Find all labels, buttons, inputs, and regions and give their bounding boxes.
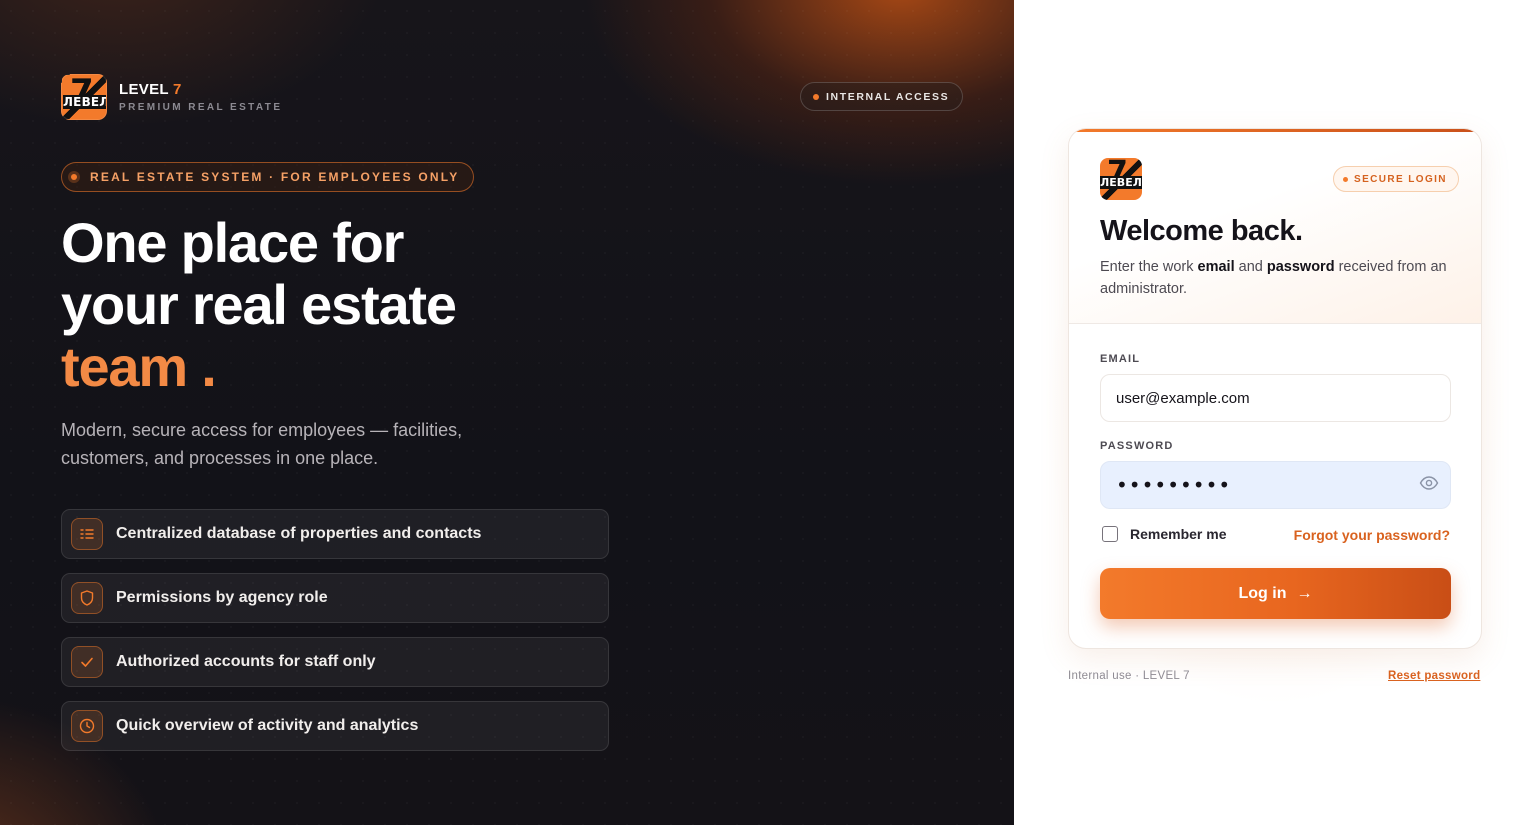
remember-me[interactable]: Remember me (1102, 526, 1227, 542)
remember-label: Remember me (1130, 526, 1227, 542)
login-button-label: Log in (1238, 584, 1287, 602)
secure-login-badge: SECURE LOGIN (1333, 166, 1459, 192)
password-field[interactable] (1100, 461, 1451, 509)
internal-access-badge: INTERNAL ACCESS (800, 82, 964, 111)
shield-icon (71, 582, 103, 614)
secure-login-label: SECURE LOGIN (1354, 173, 1447, 185)
brand-text: LEVEL 7 PREMIUM REAL ESTATE (119, 81, 282, 113)
page-title: One place for your real estate team . (61, 211, 457, 398)
footer-note: Internal use · LEVEL 7 (1068, 670, 1190, 682)
login-card: 7 ЛЕВЕЛ SECURE LOGIN Welcome back. Enter… (1068, 128, 1482, 649)
login-instructions: Enter the work email and password receiv… (1100, 256, 1460, 300)
brand-name: LEVEL 7 (119, 81, 282, 98)
brand-name-number: 7 (173, 81, 182, 98)
brand: 7 ЛЕВЕЛ LEVEL 7 PREMIUM REAL ESTATE (61, 74, 282, 120)
system-badge-label: REAL ESTATE SYSTEM · FOR EMPLOYEES ONLY (90, 170, 460, 184)
hero-panel: 7 ЛЕВЕЛ LEVEL 7 PREMIUM REAL ESTATE INTE… (0, 0, 1014, 825)
status-dot-icon (1343, 176, 1348, 182)
feature-label: Centralized database of properties and c… (116, 525, 482, 542)
title-line-1: One place for (61, 211, 404, 274)
internal-access-label: INTERNAL ACCESS (826, 90, 950, 103)
forgot-password-link[interactable]: Forgot your password? (1294, 527, 1450, 543)
feature-item: Centralized database of properties and c… (61, 509, 609, 559)
feature-item: Authorized accounts for staff only (61, 637, 609, 687)
brand-tagline: PREMIUM REAL ESTATE (119, 102, 283, 113)
list-icon (71, 518, 103, 550)
password-label: PASSWORD (1100, 440, 1174, 452)
instr-and: and (1234, 259, 1267, 275)
status-dot-icon (813, 93, 819, 100)
feature-label: Authorized accounts for staff only (116, 653, 376, 670)
login-button[interactable]: Log in → (1100, 568, 1451, 619)
logo-text: ЛЕВЕЛ (1100, 176, 1142, 189)
feature-list: Centralized database of properties and c… (61, 509, 609, 765)
logo-text: ЛЕВЕЛ (63, 95, 107, 109)
instr-pre: Enter the work (1100, 259, 1198, 275)
system-badge: REAL ESTATE SYSTEM · FOR EMPLOYEES ONLY (61, 162, 475, 192)
clock-icon (71, 710, 103, 742)
instr-password: password (1266, 259, 1335, 275)
arrow-right-icon: → (1296, 584, 1313, 602)
feature-item: Quick overview of activity and analytics (61, 701, 609, 751)
login-title: Welcome back. (1100, 215, 1303, 247)
brand-logo: 7 ЛЕВЕЛ (61, 74, 107, 120)
feature-label: Permissions by agency role (116, 589, 328, 606)
instr-email: email (1197, 259, 1235, 275)
hero-description: Modern, secure access for employees — fa… (61, 420, 463, 468)
email-field[interactable] (1100, 374, 1451, 422)
email-label: EMAIL (1100, 353, 1141, 365)
feature-label: Quick overview of activity and analytics (116, 717, 419, 734)
feature-item: Permissions by agency role (61, 573, 609, 623)
card-accent-bar (1069, 129, 1481, 132)
title-line-3: team . (61, 335, 217, 398)
title-line-2: your real estate (61, 273, 457, 336)
eye-icon[interactable] (1418, 472, 1440, 494)
brand-name-prefix: LEVEL (119, 81, 169, 98)
check-icon (71, 646, 103, 678)
reset-password-link[interactable]: Reset password (1388, 670, 1480, 682)
remember-checkbox[interactable] (1102, 526, 1118, 542)
status-dot-icon (68, 171, 80, 183)
divider (1069, 323, 1481, 324)
card-logo: 7 ЛЕВЕЛ (1100, 158, 1142, 200)
